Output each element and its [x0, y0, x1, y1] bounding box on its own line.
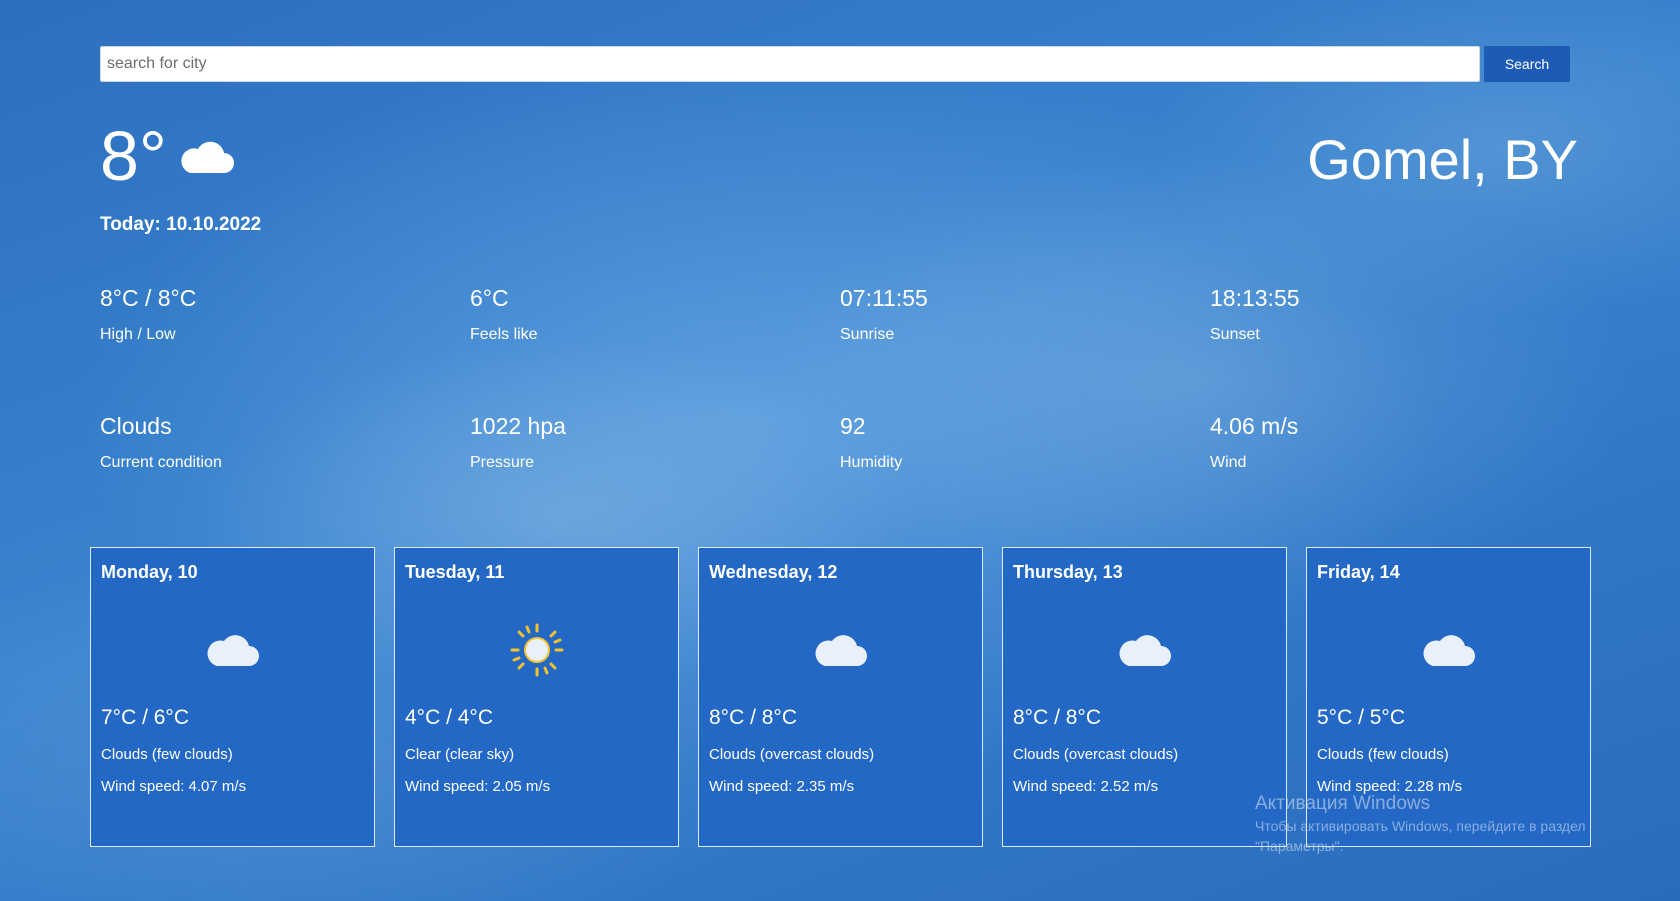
forecast-description: Clouds (overcast clouds) — [1013, 746, 1179, 763]
stat-label: Wind — [1210, 454, 1247, 471]
cloud-icon — [203, 620, 263, 680]
cloud-icon — [1115, 620, 1175, 680]
forecast-wind: Wind speed: 2.05 m/s — [405, 778, 551, 795]
forecast-day: Thursday, 13 — [1013, 562, 1123, 582]
forecast-description: Clouds (overcast clouds) — [709, 746, 875, 763]
stat-value: 07:11:55 — [840, 285, 928, 311]
stat-value: 4.06 m/s — [1210, 413, 1299, 439]
forecast-temp: 5°C / 5°C — [1317, 706, 1405, 729]
stat-label: Sunrise — [840, 326, 895, 343]
forecast-card-monday: Monday, 10 7°C / 6°C Clouds (few clouds)… — [90, 547, 375, 847]
cloud-icon — [178, 137, 236, 177]
today-date: Today: 10.10.2022 — [100, 214, 262, 235]
stat-label: Humidity — [840, 454, 903, 471]
forecast-description: Clouds (few clouds) — [101, 746, 233, 763]
stat-pressure: 1022 hpa Pressure — [470, 412, 830, 472]
forecast-day: Monday, 10 — [101, 562, 198, 582]
stat-value: Clouds — [100, 413, 172, 439]
stat-high-low: 8°C / 8°C High / Low — [100, 284, 460, 344]
stat-sunrise: 07:11:55 Sunrise — [840, 284, 1200, 344]
stat-label: Sunset — [1210, 326, 1260, 343]
search-bar: Search — [100, 46, 1570, 82]
forecast-day: Wednesday, 12 — [709, 562, 838, 582]
forecast-wind: Wind speed: 2.28 m/s — [1317, 778, 1463, 795]
stat-sunset: 18:13:55 Sunset — [1210, 284, 1570, 344]
stat-value: 6°C — [470, 285, 509, 311]
sun-icon — [507, 620, 567, 680]
search-input[interactable] — [100, 46, 1480, 82]
current-temperature: 8° — [100, 117, 167, 195]
stat-wind: 4.06 m/s Wind — [1210, 412, 1570, 472]
forecast-wind: Wind speed: 2.35 m/s — [709, 778, 855, 795]
forecast-temp: 8°C / 8°C — [709, 706, 797, 729]
cloud-icon — [1419, 620, 1479, 680]
forecast-temp: 4°C / 4°C — [405, 706, 493, 729]
forecast-temp: 8°C / 8°C — [1013, 706, 1101, 729]
forecast-wind: Wind speed: 4.07 m/s — [101, 778, 247, 795]
forecast-wind: Wind speed: 2.52 m/s — [1013, 778, 1159, 795]
stat-humidity: 92 Humidity — [840, 412, 1200, 472]
cloud-icon — [811, 620, 871, 680]
stat-value: 8°C / 8°C — [100, 285, 197, 311]
forecast-card-thursday: Thursday, 13 8°C / 8°C Clouds (overcast … — [1002, 547, 1287, 847]
forecast-day: Friday, 14 — [1317, 562, 1400, 582]
city-name: Gomel, BY — [1307, 128, 1578, 191]
stat-label: High / Low — [100, 326, 176, 343]
stat-label: Feels like — [470, 326, 538, 343]
forecast-card-friday: Friday, 14 5°C / 5°C Clouds (few clouds)… — [1306, 547, 1591, 847]
stat-label: Current condition — [100, 454, 222, 471]
stat-value: 92 — [840, 413, 866, 439]
forecast-card-tuesday: Tuesday, 11 4°C / 4°C Clear (clear sky) … — [394, 547, 679, 847]
stat-value: 18:13:55 — [1210, 285, 1300, 311]
forecast-day: Tuesday, 11 — [405, 562, 505, 582]
stat-feels-like: 6°C Feels like — [470, 284, 830, 344]
forecast-card-wednesday: Wednesday, 12 8°C / 8°C Clouds (overcast… — [698, 547, 983, 847]
forecast-description: Clear (clear sky) — [405, 746, 515, 763]
forecast-description: Clouds (few clouds) — [1317, 746, 1449, 763]
forecast-temp: 7°C / 6°C — [101, 706, 189, 729]
stat-label: Pressure — [470, 454, 535, 471]
search-button[interactable]: Search — [1484, 46, 1570, 82]
stat-value: 1022 hpa — [470, 413, 566, 439]
stat-condition: Clouds Current condition — [100, 412, 460, 472]
